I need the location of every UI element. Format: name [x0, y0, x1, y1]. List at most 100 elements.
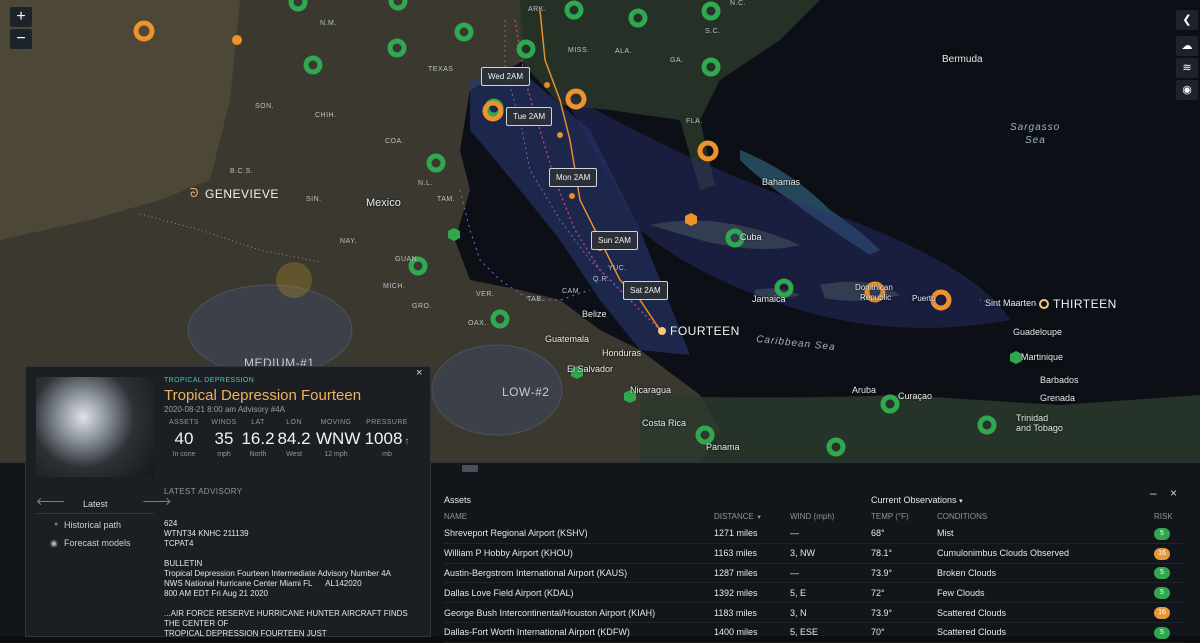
thirteen-center[interactable]	[1039, 299, 1049, 309]
label-gro: GRO.	[412, 303, 432, 310]
label-son: SON.	[255, 103, 275, 110]
table-row[interactable]: Dallas Love Field Airport (KDAL) 1392 mil…	[444, 582, 1184, 604]
divider	[36, 513, 154, 514]
stat-moving: MOVING WNW 12 mph	[316, 419, 361, 458]
table-row[interactable]: William P Hobby Airport (KHOU) 1163 miles…	[444, 543, 1184, 564]
label-miss: MISS.	[568, 47, 590, 54]
label-trinidad: Trinidad	[1016, 413, 1049, 423]
cell-temp: 68°	[871, 524, 937, 544]
cell-conditions: Broken Clouds	[937, 563, 1154, 584]
label-cam: CAM.	[562, 288, 582, 295]
label-curacao: Curaçao	[898, 391, 933, 401]
table-row[interactable]: George Bush Intercontinental/Houston Air…	[444, 602, 1184, 623]
pressure-trend-icon: ↑	[404, 436, 410, 447]
label-coa: COA.	[385, 138, 405, 145]
cell-conditions: Scattered Clouds	[937, 622, 1154, 643]
cell-wind: —	[790, 563, 871, 584]
assets-title: Assets	[444, 495, 472, 505]
cell-temp: 78.1°	[871, 543, 937, 564]
label-bahamas: Bahamas	[762, 177, 801, 187]
table-row[interactable]: Dallas-Fort Worth International Airport …	[444, 622, 1184, 643]
label-ala: ALA.	[615, 48, 633, 55]
label-nm: N.M.	[320, 20, 337, 27]
storm-genevieve[interactable]: GENEVIEVE	[205, 187, 279, 201]
label-aruba: Aruba	[852, 385, 877, 395]
track-point[interactable]	[569, 193, 575, 199]
observations-dropdown[interactable]: Current Observations ▾	[871, 495, 963, 505]
col-distance[interactable]: DISTANCE ▼	[714, 508, 790, 524]
label-jamaica: Jamaica	[752, 294, 786, 304]
table-row[interactable]: Austin-Bergstrom International Airport (…	[444, 563, 1184, 584]
close-panel-button[interactable]: ×	[416, 367, 422, 379]
eye-icon[interactable]: ◉	[50, 538, 58, 549]
cell-temp: 73.9°	[871, 563, 937, 584]
label-and-tobago: and Tobago	[1016, 423, 1063, 433]
label-guadeloupe: Guadeloupe	[1013, 327, 1063, 337]
asset-dot[interactable]	[232, 35, 242, 45]
track-point[interactable]	[544, 82, 550, 88]
cell-conditions: Cumulonimbus Clouds Observed	[937, 543, 1154, 564]
cell-wind: 3, N	[790, 602, 871, 623]
cell-distance: 1392 miles	[714, 582, 790, 604]
label-sc: S.C.	[705, 28, 721, 35]
cell-temp: 70°	[871, 622, 937, 643]
track-label-tue[interactable]: Tue 2AM	[506, 107, 553, 126]
col-name[interactable]: NAME	[444, 508, 714, 524]
storm-category: TROPICAL DEPRESSION	[164, 377, 255, 384]
collapse-arrow-icon[interactable]: ❮	[1176, 10, 1198, 30]
stat-assets: ASSETS 40 In cone	[168, 419, 200, 458]
track-point[interactable]	[557, 132, 563, 138]
storm-fourteen[interactable]: FOURTEEN	[670, 324, 740, 338]
fourteen-center[interactable]	[658, 327, 666, 335]
label-gto: GUAN.	[395, 256, 420, 263]
zoom-out-button[interactable]: −	[10, 29, 32, 49]
label-qr: Q.R.	[593, 276, 610, 283]
close-assets-button[interactable]: ×	[1170, 486, 1177, 500]
label-cuba: Cuba	[740, 232, 762, 242]
label-oax: OAX.	[468, 320, 487, 327]
prev-arrow-button[interactable]: 🡐	[36, 494, 66, 508]
label-ark: ARK.	[528, 6, 547, 13]
cloud-icon[interactable]: ☁	[1176, 36, 1198, 56]
stat-lat: LAT 16.2 North	[241, 419, 275, 458]
cell-distance: 1287 miles	[714, 563, 790, 584]
cell-conditions: Mist	[937, 524, 1154, 544]
forecast-models-toggle[interactable]: Forecast models	[64, 538, 131, 548]
label-chih: CHIH.	[315, 112, 337, 119]
label-texas: TEXAS	[428, 66, 454, 73]
risk-badge: 5	[1154, 527, 1170, 540]
storm-genevieve-icon[interactable]: ᘐ	[190, 186, 199, 201]
search-pin-icon[interactable]: ◉	[1176, 80, 1198, 100]
col-conditions[interactable]: CONDITIONS	[937, 508, 1154, 524]
cell-wind: 5, E	[790, 582, 871, 604]
label-dominican: Dominican	[855, 283, 893, 292]
track-label-sat[interactable]: Sat 2AM	[623, 281, 668, 300]
minimize-button[interactable]: –	[1150, 486, 1157, 500]
storm-thirteen[interactable]: THIRTEEN	[1053, 297, 1117, 311]
resize-handle[interactable]	[462, 465, 478, 472]
track-label-wed[interactable]: Wed 2AM	[481, 67, 530, 86]
col-wind[interactable]: WIND (mph)	[790, 508, 871, 524]
historical-path-toggle[interactable]: Historical path	[64, 520, 121, 530]
cell-conditions: Few Clouds	[937, 582, 1154, 604]
cell-wind: —	[790, 524, 871, 544]
label-sargasso: Sargasso	[1010, 122, 1061, 133]
cell-name: Dallas-Fort Worth International Airport …	[444, 622, 714, 643]
satellite-thumbnail[interactable]	[36, 377, 154, 477]
next-arrow-button[interactable]: 🡒	[142, 494, 172, 508]
table-row[interactable]: Shreveport Regional Airport (KSHV) 1271 m…	[444, 524, 1184, 544]
col-temp[interactable]: TEMP (°F)	[871, 508, 937, 524]
col-risk[interactable]: RISK	[1154, 508, 1184, 524]
label-sint-maarten: Sint Maarten	[985, 298, 1037, 308]
label-honduras: Honduras	[602, 348, 642, 358]
zoom-in-button[interactable]: +	[10, 7, 32, 27]
risk-badge: 5	[1154, 567, 1170, 580]
label-puerto: Puerto	[912, 294, 936, 303]
layers-icon[interactable]: ≋	[1176, 58, 1198, 78]
track-label-mon[interactable]: Mon 2AM	[549, 168, 598, 187]
heat-spot	[276, 262, 312, 298]
storm-low-2[interactable]: LOW-#2	[502, 385, 549, 399]
track-label-sun[interactable]: Sun 2AM	[591, 231, 638, 250]
cell-wind: 3, NW	[790, 543, 871, 564]
label-fla: FLA.	[686, 118, 703, 125]
